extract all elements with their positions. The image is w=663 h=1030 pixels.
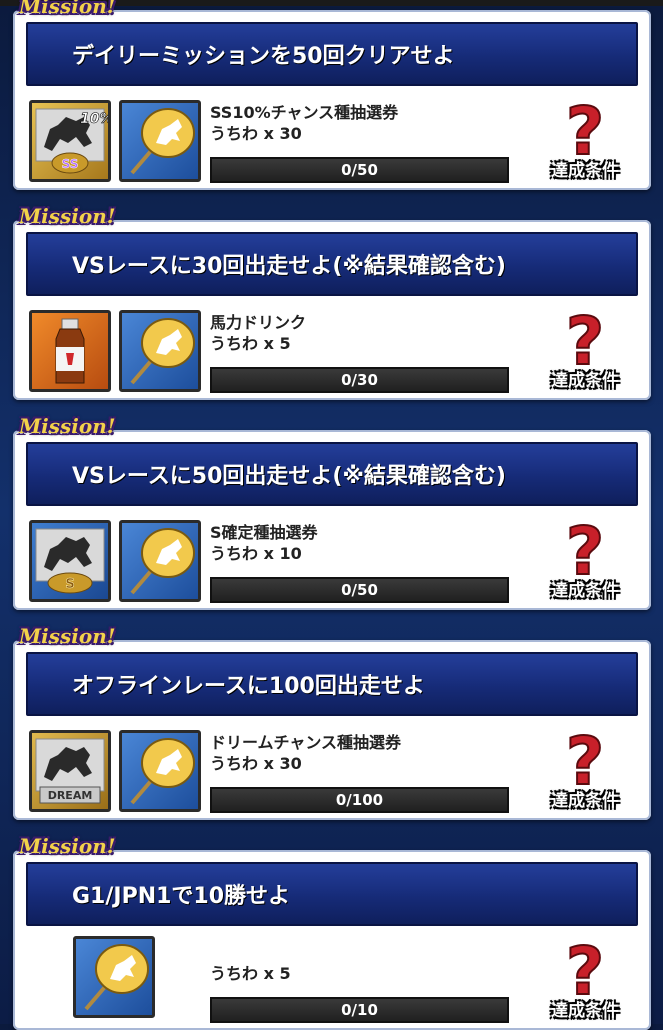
progress-text: 0/50 [341,581,378,599]
ticket-emblem: S [65,577,74,592]
mission-title: オフラインレースに100回出走せよ [26,652,638,716]
reward-uchiwa: うちわ x 30 [210,124,302,143]
condition-label: 達成条件 [551,581,619,601]
progress-text: 0/10 [341,1001,378,1019]
ticket-badge: 10% [80,111,108,127]
reward-uchiwa: うちわ x 10 [210,544,302,563]
mission-card: Mission! VSレースに50回出走せよ(※結果確認含む) S S確定種抽選… [13,414,651,610]
question-mark-icon: ? [565,306,605,370]
progress-text: 0/100 [335,791,384,809]
condition-label: 達成条件 [551,371,619,391]
condition-label: 達成条件 [551,161,619,181]
achievement-condition-button[interactable]: ? 達成条件 [533,96,637,188]
mission-card: Mission! VSレースに30回出走せよ(※結果確認含む) 馬力ドリンク う… [13,204,651,400]
progress-bar: 0/30 [210,367,509,393]
reward-uchiwa: うちわ x 5 [210,964,291,983]
mission-tag: Mission! [19,204,116,228]
mission-title: VSレースに30回出走せよ(※結果確認含む) [26,232,638,296]
reward-item-name: SS10%チャンス種抽選券 [210,103,399,122]
svg-text:?: ? [566,936,604,1000]
mission-title: G1/JPN1で10勝せよ [26,862,638,926]
progress-text: 0/50 [341,161,378,179]
reward-text: S確定種抽選券 うちわ x 10 [210,522,550,564]
question-mark-icon: ? [565,726,605,790]
reward-item-name [210,942,550,963]
achievement-condition-button[interactable]: ? 達成条件 [533,516,637,608]
reward-item-name: ドリームチャンス種抽選券 [210,733,402,752]
svg-text:?: ? [566,516,604,580]
mission-card: Mission! デイリーミッションを50回クリアせよ 10% SS SS10%… [13,0,651,190]
achievement-condition-button[interactable]: ? 達成条件 [533,306,637,398]
reward-item-name: S確定種抽選券 [210,523,318,542]
dream-ticket-icon: DREAM [29,730,111,812]
svg-text:?: ? [566,96,604,160]
mission-card: Mission! オフラインレースに100回出走せよ DREAM ドリームチャン… [13,624,651,820]
horsepower-drink-icon [29,310,111,392]
reward-text: ドリームチャンス種抽選券 うちわ x 30 [210,732,550,774]
uchiwa-fan-icon [119,730,201,812]
condition-label: 達成条件 [551,1001,619,1021]
progress-bar: 0/10 [210,997,509,1023]
reward-text: SS10%チャンス種抽選券 うちわ x 30 [210,102,550,144]
reward-uchiwa: うちわ x 30 [210,754,302,773]
achievement-condition-button[interactable]: ? 達成条件 [533,936,637,1028]
uchiwa-fan-icon [119,520,201,602]
mission-tag: Mission! [19,624,116,648]
progress-text: 0/30 [341,371,378,389]
mission-title: デイリーミッションを50回クリアせよ [26,22,638,86]
uchiwa-fan-icon [119,100,201,182]
ss10-ticket-icon: 10% SS [29,100,111,182]
reward-uchiwa: うちわ x 5 [210,334,291,353]
reward-text: 馬力ドリンク うちわ x 5 [210,312,550,354]
mission-card: Mission! G1/JPN1で10勝せよ うちわ x 5 0/10 ? 達成… [13,834,651,1030]
uchiwa-fan-icon [119,310,201,392]
svg-text:?: ? [566,726,604,790]
question-mark-icon: ? [565,96,605,160]
ticket-emblem: DREAM [48,789,93,802]
reward-item-name: 馬力ドリンク [210,313,307,332]
condition-label: 達成条件 [551,791,619,811]
mission-tag: Mission! [19,0,116,18]
ticket-emblem: SS [62,157,79,171]
progress-bar: 0/100 [210,787,509,813]
reward-text: うちわ x 5 [210,942,550,984]
mission-tag: Mission! [19,414,116,438]
uchiwa-fan-icon [73,936,155,1018]
question-mark-icon: ? [565,516,605,580]
progress-bar: 0/50 [210,577,509,603]
question-mark-icon: ? [565,936,605,1000]
s-ticket-icon: S [29,520,111,602]
progress-bar: 0/50 [210,157,509,183]
svg-text:?: ? [566,306,604,370]
mission-tag: Mission! [19,834,116,858]
achievement-condition-button[interactable]: ? 達成条件 [533,726,637,818]
mission-title: VSレースに50回出走せよ(※結果確認含む) [26,442,638,506]
